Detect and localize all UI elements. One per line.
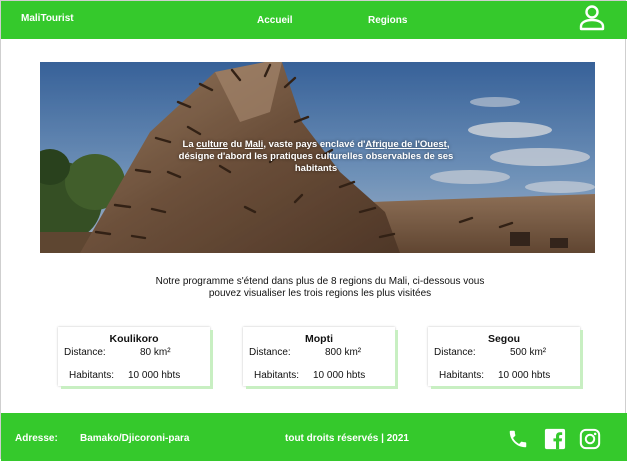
hero-caption: La culture du Mali, vaste pays enclavé d… (178, 139, 454, 174)
distance-value: 500 km² (510, 347, 547, 358)
habitants-label: Habitants: (254, 370, 300, 381)
instagram-icon[interactable] (579, 428, 601, 450)
brand-logo[interactable]: MaliTourist (21, 13, 74, 24)
mali-link[interactable]: Mali (245, 139, 263, 150)
distance-value: 800 km² (325, 347, 362, 358)
phone-icon[interactable] (507, 428, 529, 450)
region-title: Mopti (305, 333, 333, 345)
culture-link[interactable]: culture (196, 139, 228, 150)
nav-link-regions[interactable]: Regions (368, 15, 407, 26)
region-title: Segou (487, 333, 521, 345)
region-title: Koulikoro (109, 333, 159, 345)
nav-link-accueil[interactable]: Accueil (257, 15, 293, 26)
intro-text: Notre programme s'étend dans plus de 8 r… (155, 276, 485, 299)
copyright-text: tout droits réservés | 2021 (285, 433, 409, 444)
habitants-label: Habitants: (439, 370, 485, 381)
habitants-value: 10 000 hbts (128, 370, 181, 381)
facebook-icon[interactable] (544, 428, 566, 450)
habitants-value: 10 000 hbts (498, 370, 551, 381)
afrique-ouest-link[interactable]: Afrique de l'Ouest (365, 139, 446, 150)
region-card-mopti[interactable]: Mopti Distance: 800 km² Habitants: 10 00… (243, 327, 395, 386)
user-icon[interactable] (577, 3, 607, 33)
distance-label: Distance: (249, 347, 291, 358)
footer: Adresse: Bamako/Djicoroni-para tout droi… (1, 413, 627, 461)
region-card-koulikoro[interactable]: Koulikoro Distance: 80 km² Habitants: 10… (58, 327, 210, 386)
address-label: Adresse: (15, 433, 58, 444)
top-navbar: MaliTourist Accueil Regions (1, 1, 627, 39)
hero-banner: La culture du Mali, vaste pays enclavé d… (40, 62, 595, 253)
region-card-segou[interactable]: Segou Distance: 500 km² Habitants: 10 00… (428, 327, 580, 386)
address-value: Bamako/Djicoroni-para (80, 433, 190, 444)
distance-label: Distance: (64, 347, 106, 358)
habitants-value: 10 000 hbts (313, 370, 366, 381)
distance-label: Distance: (434, 347, 476, 358)
distance-value: 80 km² (140, 347, 171, 358)
habitants-label: Habitants: (69, 370, 115, 381)
